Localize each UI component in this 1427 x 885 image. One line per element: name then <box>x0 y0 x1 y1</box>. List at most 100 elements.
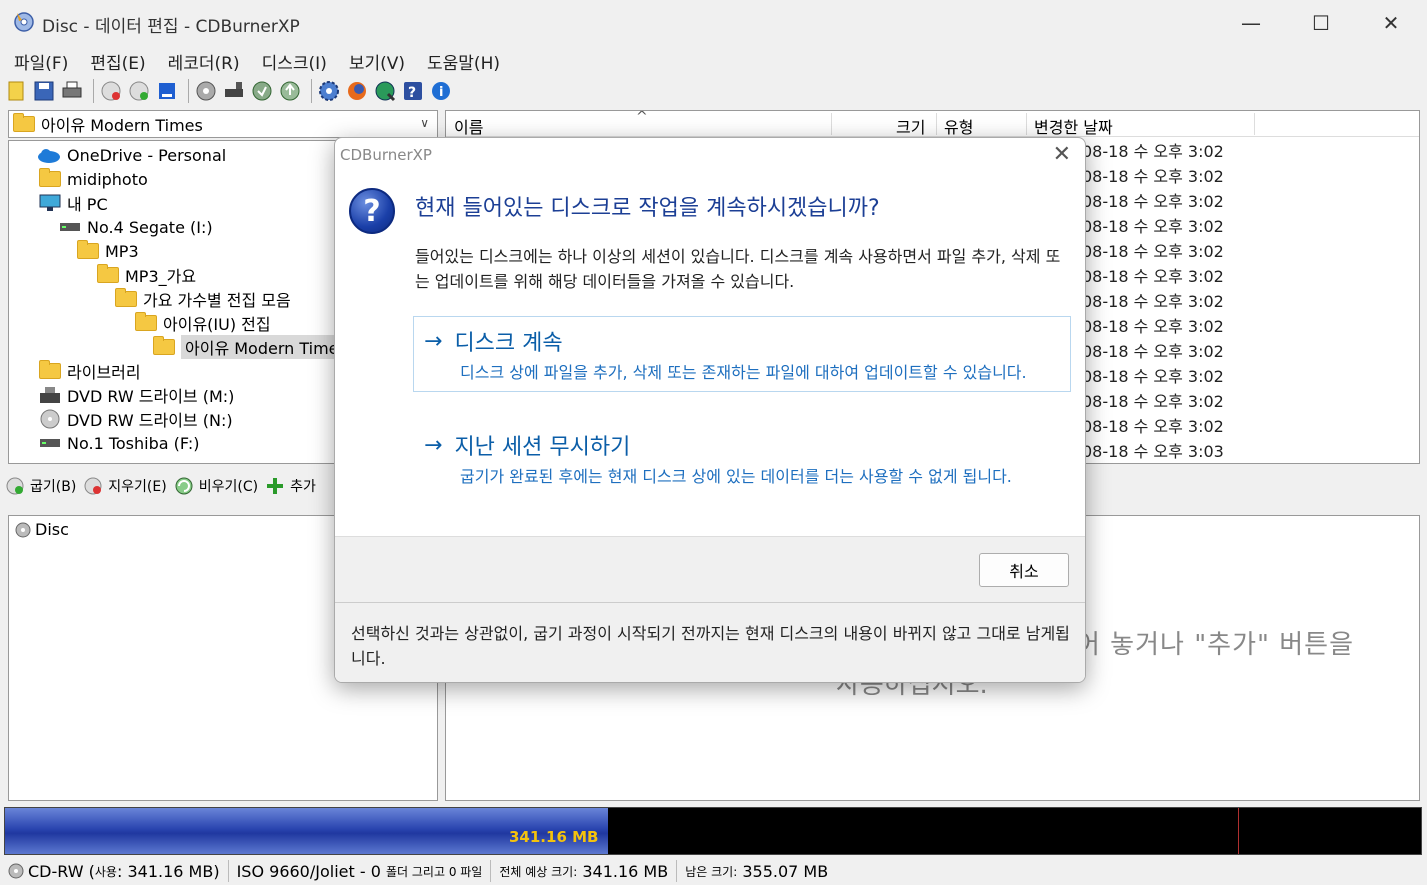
tree-item-drive-i[interactable]: No.4 Segate (I:) <box>59 215 213 239</box>
status-disc-type: CD-RW <box>28 861 84 881</box>
column-separator[interactable] <box>936 113 937 135</box>
question-icon: ? <box>349 188 395 234</box>
firefox-icon[interactable] <box>345 79 369 103</box>
arrow-right-icon: → <box>424 432 443 458</box>
minimize-button[interactable]: — <box>1216 0 1286 46</box>
disc-icon <box>15 522 31 537</box>
tree-item-this-pc[interactable]: 내 PC <box>39 191 108 215</box>
print-icon[interactable] <box>60 79 84 103</box>
folder-icon <box>135 312 157 331</box>
burn-check-icon[interactable] <box>127 79 151 103</box>
plus-icon <box>264 475 286 497</box>
menu-recorder[interactable]: 레코더(R) <box>160 49 248 74</box>
title-bar: Disc - 데이터 편집 - CDBurnerXP — ☐ ✕ <box>0 0 1427 46</box>
tree-item-mp3[interactable]: MP3 <box>77 239 139 263</box>
tree-item-label: 가요 가수별 전집 모음 <box>143 291 291 310</box>
file-date: 08-18 수 오후 3:02 <box>1082 192 1224 211</box>
option-title: 디스크 계속 <box>454 331 563 356</box>
chevron-down-icon[interactable]: ∨ <box>420 116 429 130</box>
burn-erase-icon[interactable] <box>99 79 123 103</box>
info-icon[interactable]: i <box>429 79 453 103</box>
column-type[interactable]: 유형 <box>944 114 973 138</box>
erase-label: 지우기(E) <box>108 479 167 495</box>
status-filesystem: ISO 9660/Joliet - 0 폴더 그리고 0 파일 <box>229 860 492 882</box>
clear-button[interactable]: 비우기(C) <box>173 475 258 497</box>
ignore-session-option[interactable]: → 지난 세션 무시하기 굽기가 완료된 후에는 현재 디스크 상에 있는 데이… <box>413 420 1071 496</box>
tree-item-iu-collection[interactable]: 아이유(IU) 전집 <box>135 311 271 335</box>
tree-item-artist-collection[interactable]: 가요 가수별 전집 모음 <box>115 287 291 311</box>
dialog-description: 들어있는 디스크에는 하나 이상의 세션이 있습니다. 디스크를 계속 사용하면… <box>415 247 1061 291</box>
add-label: 추가 <box>290 479 316 495</box>
drive-icon <box>60 223 80 231</box>
tree-item-label: OneDrive - Personal <box>67 145 227 165</box>
status-folders-files: 폴더 그리고 0 파일 <box>385 864 483 879</box>
file-date: 08-18 수 오후 3:02 <box>1082 217 1224 236</box>
tree-item-library[interactable]: 라이브러리 <box>39 359 141 383</box>
tree-item-label: No.1 Toshiba (F:) <box>67 433 200 453</box>
monitor-icon <box>39 194 61 211</box>
drive-icon[interactable] <box>222 79 246 103</box>
tree-item-label: 라이브러리 <box>67 363 141 382</box>
maximize-button[interactable]: ☐ <box>1286 0 1356 46</box>
column-date[interactable]: 변경한 날짜 <box>1034 114 1113 138</box>
tree-item-label: DVD RW 드라이브 (M:) <box>67 387 235 406</box>
continue-disc-option[interactable]: → 디스크 계속 디스크 상에 파일을 추가, 삭제 또는 존재하는 파일에 대… <box>413 316 1071 392</box>
tree-item-drive-n[interactable]: DVD RW 드라이브 (N:) <box>39 407 233 431</box>
column-size[interactable]: 크기 <box>896 114 925 138</box>
disc-root-label: Disc <box>35 520 69 539</box>
help-icon[interactable]: ? <box>401 79 425 103</box>
menu-view[interactable]: 보기(V) <box>341 49 413 74</box>
update-icon[interactable] <box>278 79 302 103</box>
status-remaining-label: 남은 크기: <box>685 864 738 879</box>
tree-item-drive-m[interactable]: DVD RW 드라이브 (M:) <box>39 383 234 407</box>
disc-copy-icon[interactable] <box>194 79 218 103</box>
column-name[interactable]: 이름 <box>454 114 483 138</box>
folder-icon <box>77 240 99 259</box>
refresh-icon[interactable] <box>250 79 274 103</box>
column-separator[interactable] <box>831 113 832 135</box>
new-icon[interactable] <box>4 79 28 103</box>
save-icon[interactable] <box>32 79 56 103</box>
burn-icon <box>4 475 26 497</box>
dialog-close-button[interactable]: ✕ <box>1053 142 1071 167</box>
add-button[interactable]: 추가 <box>264 475 316 497</box>
erase-button[interactable]: 지우기(E) <box>82 475 167 497</box>
status-disc: CD-RW (사용: 341.16 MB) <box>0 860 229 882</box>
file-date: 08-18 수 오후 3:02 <box>1082 317 1224 336</box>
dialog-button-area: 취소 <box>335 536 1085 602</box>
tree-item-mp3-kpop[interactable]: MP3_가요 <box>97 263 196 287</box>
tree-item-midiphoto[interactable]: midiphoto <box>39 167 148 191</box>
arrow-right-icon: → <box>424 328 443 354</box>
status-used-value: 341.16 MB <box>127 861 214 881</box>
toolbar-separator <box>93 79 94 103</box>
continue-disc-dialog: CDBurnerXP ✕ ? 현재 들어있는 디스크로 작업을 계속하시겠습니까… <box>334 137 1086 683</box>
burn-button[interactable]: 굽기(B) <box>4 475 76 497</box>
disc-icon <box>40 409 60 429</box>
disc-root-item[interactable]: Disc <box>15 520 69 539</box>
disc-icon <box>8 863 24 879</box>
globe-icon[interactable] <box>373 79 397 103</box>
option-description: 굽기가 완료된 후에는 현재 디스크 상에 있는 데이터를 더는 사용할 수 없… <box>460 467 1012 486</box>
menu-help[interactable]: 도움말(H) <box>419 49 508 74</box>
column-separator[interactable] <box>1254 113 1255 135</box>
cancel-button[interactable]: 취소 <box>979 553 1069 587</box>
status-bar: CD-RW (사용: 341.16 MB) ISO 9660/Joliet - … <box>0 857 1427 885</box>
disc-info-icon[interactable] <box>155 79 179 103</box>
folder-combo-value: 아이유 Modern Times <box>41 116 203 135</box>
close-window-button[interactable]: ✕ <box>1356 0 1426 46</box>
menu-file[interactable]: 파일(F) <box>6 49 76 74</box>
file-date: 08-18 수 오후 3:02 <box>1082 242 1224 261</box>
menu-disc[interactable]: 디스크(I) <box>254 49 335 74</box>
clear-label: 비우기(C) <box>198 479 259 495</box>
folder-combo[interactable]: 아이유 Modern Times ∨ <box>8 110 438 138</box>
dialog-title: CDBurnerXP <box>340 146 432 164</box>
menu-edit[interactable]: 편집(E) <box>82 49 153 74</box>
tree-item-modern-times[interactable]: 아이유 Modern Times <box>153 335 351 359</box>
column-separator[interactable] <box>1026 113 1027 135</box>
capacity-label: 341.16 MB <box>509 828 599 846</box>
settings-icon[interactable] <box>317 79 341 103</box>
window-title: Disc - 데이터 편집 - CDBurnerXP <box>42 17 300 37</box>
tree-item-drive-f[interactable]: No.1 Toshiba (F:) <box>39 431 199 455</box>
file-date: 08-18 수 오후 3:03 <box>1082 442 1224 461</box>
tree-item-onedrive[interactable]: OneDrive - Personal <box>37 143 226 167</box>
